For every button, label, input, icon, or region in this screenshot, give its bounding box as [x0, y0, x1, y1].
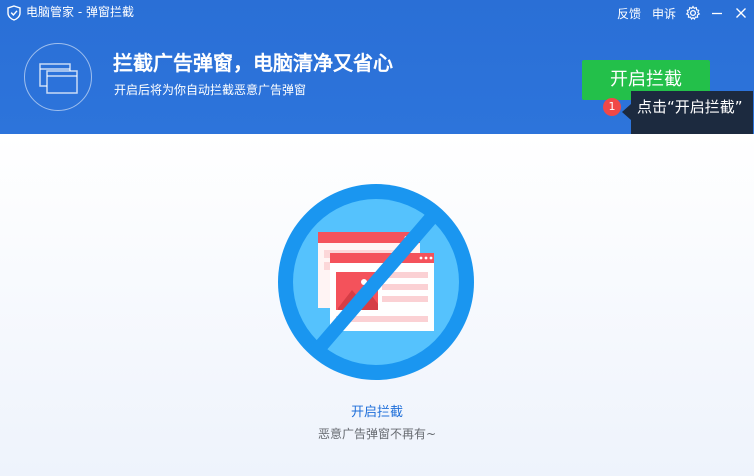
windows-icon-graphic [39, 63, 78, 94]
title-bar[interactable]: 电脑管家 - 弹窗拦截 反馈 申诉 [0, 0, 754, 26]
window-title: 电脑管家 - 弹窗拦截 [26, 5, 134, 19]
subline: 开启后将为你自动拦截恶意广告弹窗 [114, 83, 307, 97]
feedback-link[interactable]: 反馈 [617, 6, 641, 22]
windows-icon [24, 43, 92, 111]
minimize-icon[interactable] [709, 5, 725, 21]
gear-icon[interactable] [685, 5, 701, 21]
shield-logo-icon [7, 5, 21, 21]
main-content: 开启拦截 恶意广告弹窗不再有~ [0, 134, 754, 476]
complaint-link[interactable]: 申诉 [652, 6, 676, 22]
status-title: 开启拦截 [350, 405, 403, 420]
blocked-popup-illustration-icon [278, 184, 474, 380]
tooltip-arrow [622, 104, 631, 120]
step-badge: 1 [603, 98, 621, 116]
headline: 拦截广告弹窗，电脑清净又省心 [113, 51, 393, 75]
status-subtitle: 恶意广告弹窗不再有~ [317, 427, 437, 441]
close-icon[interactable] [733, 5, 749, 21]
